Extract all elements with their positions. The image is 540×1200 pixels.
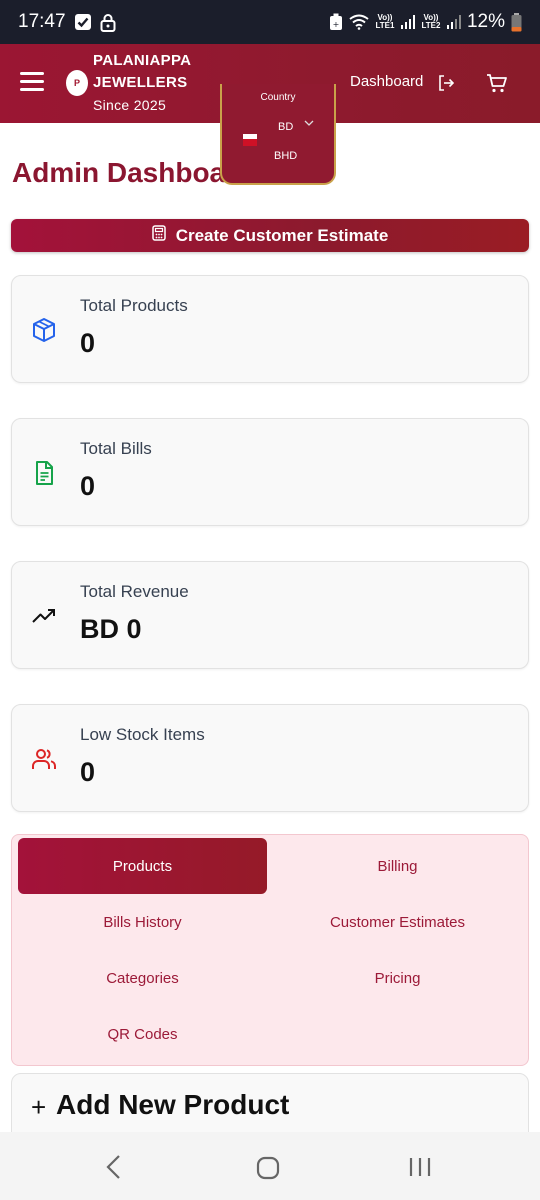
stat-label: Total Bills bbox=[80, 439, 152, 458]
lock-icon bbox=[100, 13, 116, 32]
brand-line-1: PALANIAPPA bbox=[93, 52, 192, 69]
bahrain-flag-icon bbox=[243, 134, 257, 146]
stat-card-low-stock: Low Stock Items 0 bbox=[11, 704, 529, 812]
logout-icon[interactable] bbox=[437, 74, 455, 97]
svg-text:+: + bbox=[333, 20, 340, 29]
system-nav-bar bbox=[0, 1132, 540, 1200]
menu-icon[interactable] bbox=[20, 72, 46, 94]
checkbox-notification-icon bbox=[74, 13, 92, 31]
tab-categories[interactable]: Categories bbox=[18, 950, 267, 1006]
signal1-icon bbox=[400, 15, 415, 29]
country-code: BD bbox=[278, 121, 294, 133]
back-icon[interactable] bbox=[104, 1154, 124, 1185]
dashboard-link[interactable]: Dashboard bbox=[350, 73, 423, 90]
logo-letter: P bbox=[73, 78, 80, 88]
stat-card-total-bills: Total Bills 0 bbox=[11, 418, 529, 526]
stat-value: 0 bbox=[80, 757, 96, 787]
home-icon[interactable] bbox=[256, 1156, 280, 1185]
admin-tabs: Products Billing Bills History Customer … bbox=[11, 834, 529, 1066]
brand-line-2: JEWELLERS bbox=[93, 74, 188, 91]
tab-customer-estimates[interactable]: Customer Estimates bbox=[273, 894, 522, 950]
stat-value: BD 0 bbox=[80, 614, 142, 644]
currency-code: BHD bbox=[274, 150, 298, 162]
app-header: P PALANIAPPA JEWELLERS Since 2025 Countr… bbox=[0, 44, 540, 185]
country-label: Country bbox=[260, 92, 296, 103]
box-icon bbox=[31, 317, 57, 343]
brand-since: Since 2025 bbox=[93, 97, 167, 113]
battery-icon bbox=[511, 12, 522, 32]
stat-value: 0 bbox=[80, 471, 96, 501]
sim1-label: Vo)) LTE1 bbox=[375, 13, 395, 30]
stat-label: Low Stock Items bbox=[80, 725, 205, 744]
users-icon bbox=[31, 746, 57, 772]
page-title: Admin Dashboard bbox=[12, 157, 254, 188]
brand-logo: P bbox=[66, 70, 88, 96]
stat-label: Total Revenue bbox=[80, 582, 189, 601]
plus-icon[interactable]: + bbox=[31, 1092, 46, 1123]
country-selector[interactable]: Country BD BHD bbox=[220, 84, 336, 185]
battery-percent: 12% bbox=[466, 11, 505, 32]
tab-bills-history[interactable]: Bills History bbox=[18, 894, 267, 950]
stat-card-total-revenue: Total Revenue BD 0 bbox=[11, 561, 529, 669]
sim2-label: Vo)) LTE2 bbox=[421, 13, 441, 30]
signal2-icon bbox=[446, 15, 461, 29]
trending-up-icon bbox=[31, 603, 57, 629]
wifi-icon bbox=[349, 14, 369, 30]
chevron-down-icon bbox=[304, 119, 314, 130]
calculator-icon bbox=[151, 225, 166, 246]
create-estimate-button[interactable]: Create Customer Estimate bbox=[11, 219, 529, 252]
status-time: 17:47 bbox=[18, 11, 66, 32]
stat-value: 0 bbox=[80, 328, 96, 358]
add-product-title: Add New Product bbox=[56, 1089, 290, 1120]
create-estimate-label: Create Customer Estimate bbox=[175, 225, 389, 245]
tab-products[interactable]: Products bbox=[18, 838, 267, 894]
tab-qr-codes[interactable]: QR Codes bbox=[18, 1006, 267, 1062]
cart-icon[interactable] bbox=[486, 72, 508, 99]
status-bar: 17:47 + Vo)) LTE1 Vo)) LTE2 12% bbox=[0, 0, 540, 44]
tab-billing[interactable]: Billing bbox=[273, 838, 522, 894]
stat-card-total-products: Total Products 0 bbox=[11, 275, 529, 383]
file-text-icon bbox=[31, 460, 57, 486]
tab-pricing[interactable]: Pricing bbox=[273, 950, 522, 1006]
brand-name[interactable]: PALANIAPPA JEWELLERS Since 2025 bbox=[93, 50, 191, 116]
battery-saver-icon: + bbox=[329, 13, 343, 31]
recent-apps-icon[interactable] bbox=[408, 1156, 432, 1183]
stat-label: Total Products bbox=[80, 296, 188, 315]
